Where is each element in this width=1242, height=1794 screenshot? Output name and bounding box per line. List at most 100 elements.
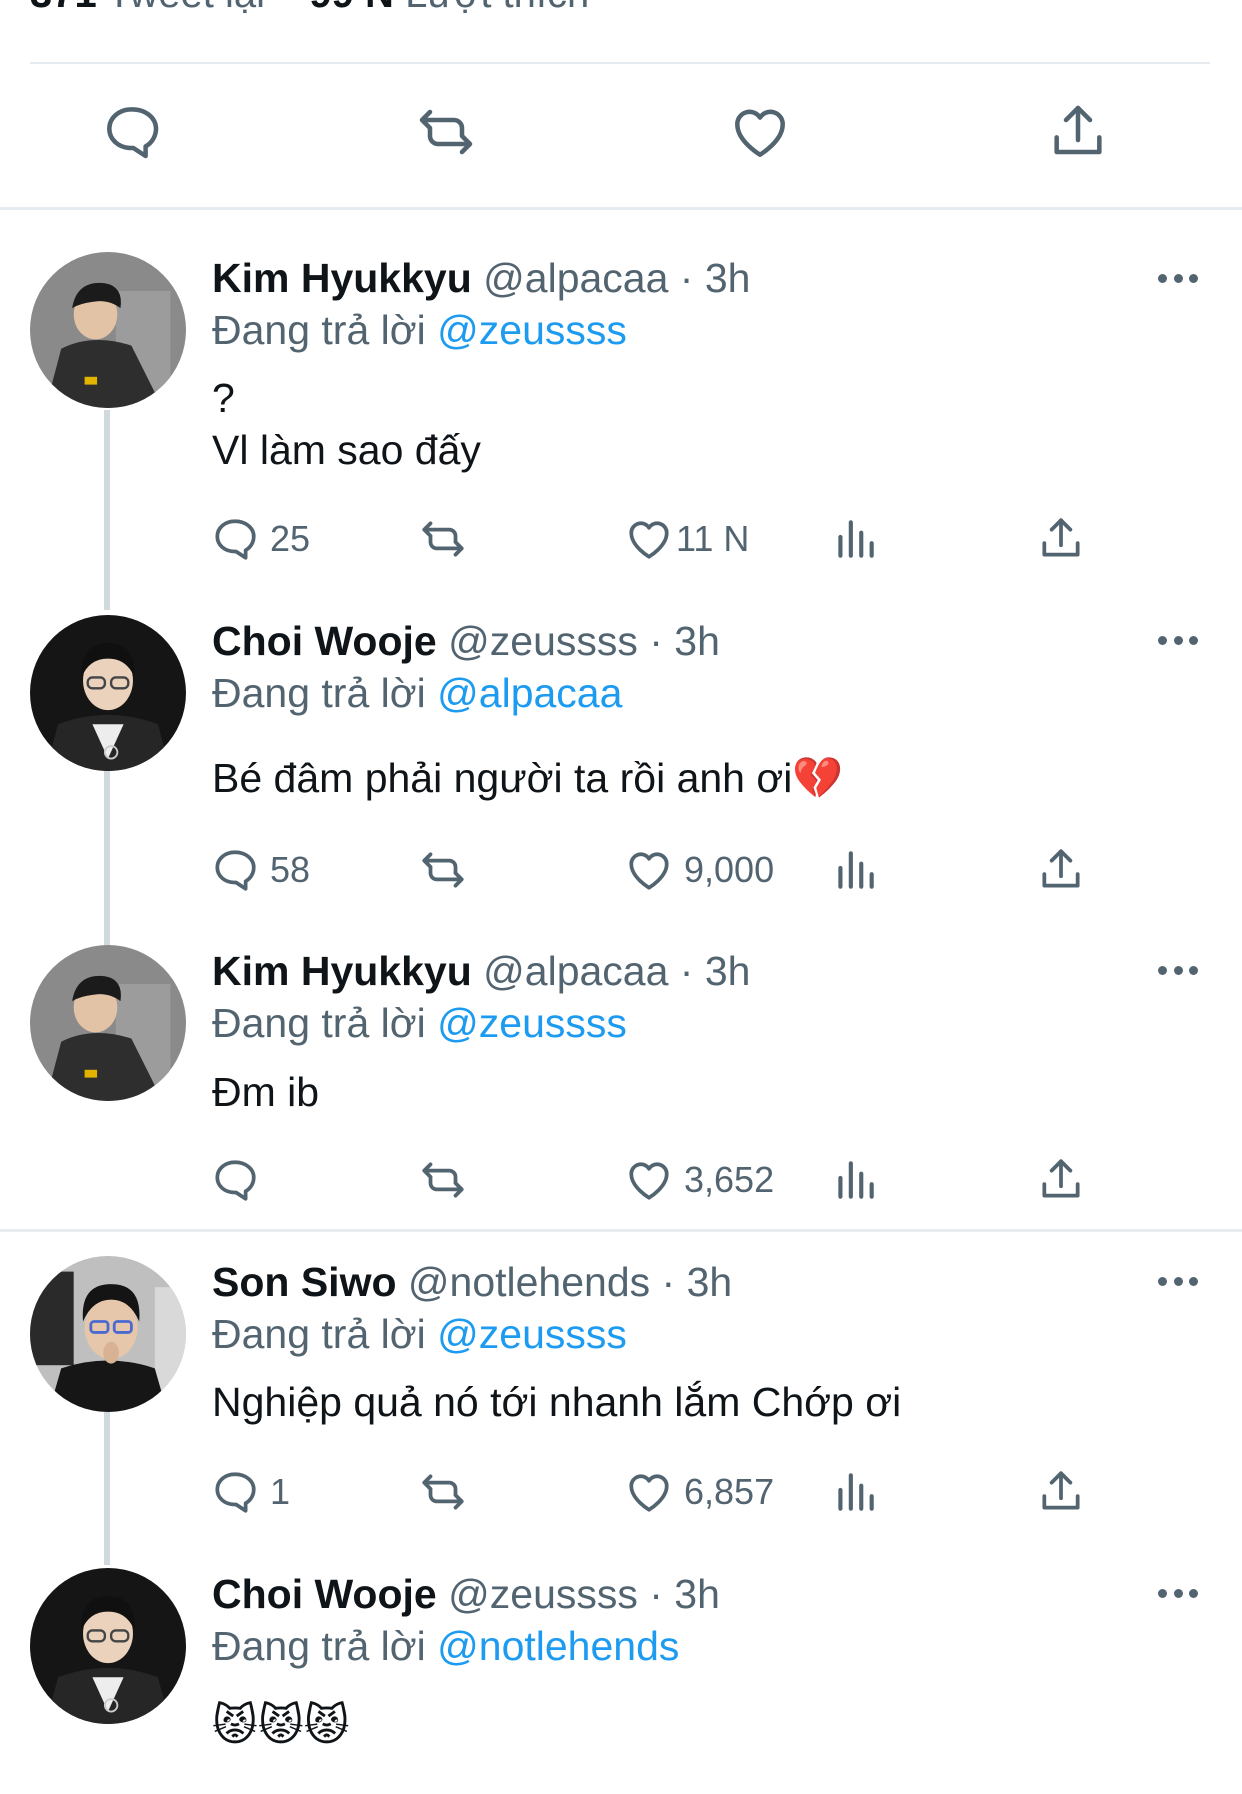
like-icon [735,109,785,157]
share-button[interactable] [1046,100,1116,170]
share-icon [1042,849,1080,888]
author-handle[interactable]: @zeussss · 3h [448,1571,720,1617]
tweet-text: Bé đâm phải người ta rồi anh ơi💔 [212,755,844,801]
like-icon [629,1474,669,1512]
reply-button[interactable]: 1 [210,1465,290,1519]
author-handle[interactable]: @zeussss · 3h [448,618,720,664]
avatar-image [30,252,186,408]
analytics-icon [838,520,874,558]
like-icon [629,852,669,890]
retweet-button[interactable] [418,512,468,566]
thread-line [104,1410,110,1565]
analytics-button[interactable] [830,1465,880,1519]
reply-button[interactable] [210,1153,270,1207]
thread-line [104,770,110,945]
like-count: 9,000 [684,849,775,890]
share-button[interactable] [1036,512,1086,566]
reply-prefix: Đang trả lời [212,1000,426,1046]
reply-prefix: Đang trả lời [212,1311,426,1357]
like-label[interactable]: Lượt thích [405,0,589,16]
reply-mention[interactable]: @alpacaa [437,670,622,716]
author-name[interactable]: Choi Wooje [212,1571,437,1617]
like-icon [629,1162,669,1200]
more-options-icon[interactable] [1158,1277,1198,1289]
tweet-text: Đm ib [212,1069,320,1115]
reply-button[interactable] [100,100,170,170]
author-handle[interactable]: @alpacaa · 3h [483,255,750,301]
reply-button[interactable]: 58 [210,843,310,897]
reply-button[interactable]: 25 [210,512,310,566]
more-options-icon[interactable] [1158,1589,1198,1601]
retweet-icon [419,109,473,155]
share-button[interactable] [1036,1153,1086,1207]
share-button[interactable] [1036,1465,1086,1519]
avatar[interactable] [30,1256,186,1412]
like-button[interactable]: 3,652 [624,1153,774,1207]
divider [0,207,1242,210]
retweet-button[interactable] [418,843,468,897]
tweet-text: ? Vl làm sao đấy [212,375,481,473]
retweet-button[interactable] [414,100,484,170]
avatar-image [30,1256,186,1412]
avatar[interactable] [30,1568,186,1724]
reply-mention[interactable]: @notlehends [437,1623,679,1669]
more-options-icon[interactable] [1158,274,1198,286]
analytics-icon [838,1473,874,1511]
thread-line [104,410,110,610]
author-name[interactable]: Son Siwo [212,1259,397,1305]
avatar[interactable] [30,615,186,771]
reply-icon [215,519,256,560]
reply-prefix: Đang trả lời [212,307,426,353]
like-count[interactable]: 99 N [309,0,394,16]
reply-mention[interactable]: @zeussss [437,1311,627,1357]
avatar[interactable] [30,945,186,1101]
retweet-label[interactable]: Tweet lại [107,0,265,16]
share-icon [1042,1159,1080,1198]
avatar-image [30,945,186,1101]
reply-mention[interactable]: @zeussss [437,1000,627,1046]
reply-count: 1 [270,1471,291,1512]
like-count: 11 N [676,518,750,559]
reply-icon [215,1160,256,1201]
reply-count: 58 [270,849,311,890]
avatar[interactable] [30,252,186,408]
like-button[interactable]: 11 N [624,512,749,566]
author-name[interactable]: Choi Wooje [212,618,437,664]
tweet-text: 😾😾😾 [212,1701,350,1750]
avatar-image [30,1568,186,1724]
like-button[interactable]: 6,857 [624,1465,774,1519]
author-name[interactable]: Kim Hyukkyu [212,948,472,994]
share-button[interactable] [1036,843,1086,897]
like-icon [629,521,669,559]
analytics-icon [838,851,874,889]
more-options-icon[interactable] [1158,966,1198,978]
reply-prefix: Đang trả lời [212,670,426,716]
like-button[interactable] [728,100,798,170]
reply-icon [107,107,159,159]
retweet-button[interactable] [418,1153,468,1207]
author-handle[interactable]: @notlehends · 3h [408,1259,732,1305]
author-name[interactable]: Kim Hyukkyu [212,255,472,301]
reply-icon [215,1472,256,1513]
analytics-button[interactable] [830,512,880,566]
retweet-icon [422,1162,464,1198]
share-icon [1042,518,1080,557]
analytics-button[interactable] [830,1153,880,1207]
more-options-icon[interactable] [1158,636,1198,648]
author-handle[interactable]: @alpacaa · 3h [483,948,750,994]
share-icon [1042,1471,1080,1510]
tweet-text: Nghiệp quả nó tới nhanh lắm Chớp ơi [212,1379,902,1425]
divider [0,1229,1242,1232]
analytics-icon [838,1161,874,1199]
divider [30,62,1210,64]
retweet-icon [422,521,464,557]
retweet-count[interactable]: 371 [30,0,97,16]
avatar-image [30,615,186,771]
like-button[interactable]: 9,000 [624,843,774,897]
retweet-button[interactable] [418,1465,468,1519]
analytics-button[interactable] [830,843,880,897]
reply-mention[interactable]: @zeussss [437,307,627,353]
reply-count: 25 [270,518,311,559]
like-count: 3,652 [684,1159,775,1200]
reply-prefix: Đang trả lời [212,1623,426,1669]
